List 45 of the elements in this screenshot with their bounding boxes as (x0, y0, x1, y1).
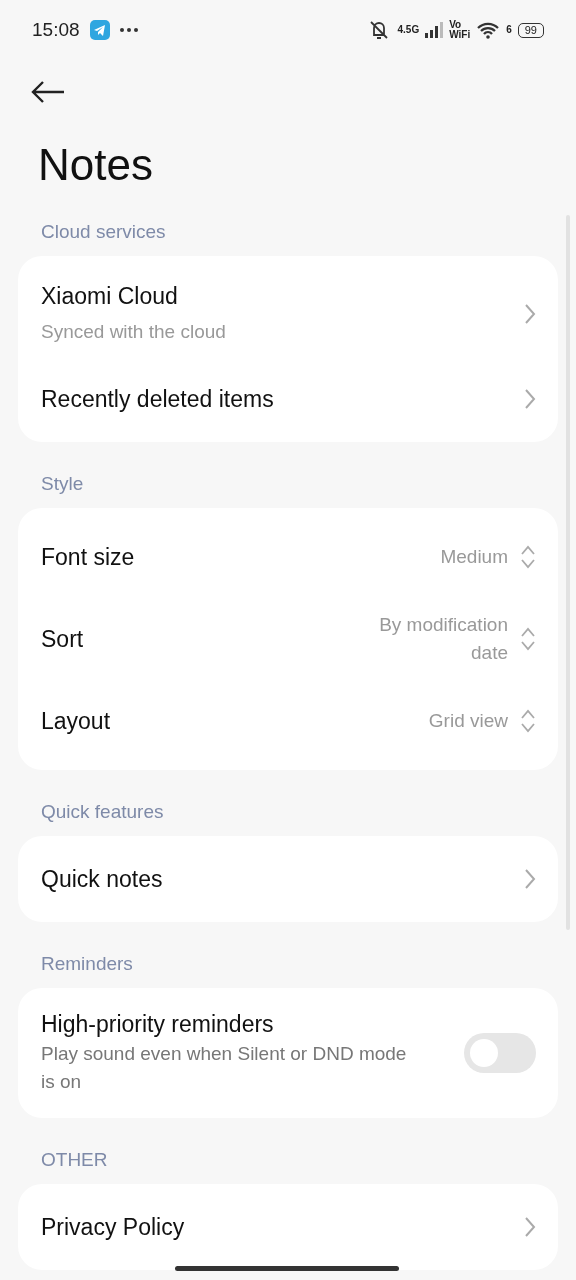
row-description: Play sound even when Silent or DND mode is on (41, 1041, 408, 1094)
row-label: Font size (41, 543, 136, 571)
chevron-right-icon (524, 388, 536, 410)
settings-row[interactable]: Sort By modification date (18, 598, 558, 680)
settings-row[interactable]: Layout Grid view (18, 680, 558, 762)
row-label: Layout (41, 707, 112, 735)
settings-row[interactable]: High-priority reminders Play sound even when Silent or DND mode is on (18, 996, 558, 1110)
row-label: Recently deleted items (41, 385, 275, 413)
row-label: Sort (41, 625, 85, 653)
up-down-icon (520, 544, 536, 570)
row-label: Xiaomi Cloud (41, 282, 179, 310)
settings-row[interactable]: Privacy Policy (18, 1192, 558, 1262)
network-type: 4.5G (397, 25, 420, 35)
row-value: By modification date (378, 613, 508, 665)
row-label: High-priority reminders (41, 1010, 275, 1038)
toggle-switch[interactable] (464, 1033, 536, 1073)
row-label: Quick notes (41, 865, 164, 893)
settings-row[interactable]: Recently deleted items (18, 364, 558, 434)
settings-row[interactable]: Font size Medium (18, 516, 558, 598)
wifi-icon (476, 21, 501, 39)
up-down-icon (520, 626, 536, 652)
wifi-band-label: 6 (506, 25, 512, 35)
row-value: Grid view (428, 709, 508, 733)
vowifi-label: Vo WiFi (449, 20, 471, 40)
signal-icon (425, 22, 444, 38)
telegram-icon (89, 20, 110, 40)
settings-row[interactable]: Xiaomi Cloud Synced with the cloud (18, 264, 558, 364)
settings-row[interactable]: Quick notes (18, 844, 558, 914)
status-time: 15:08 (32, 19, 80, 41)
section-header: Quick features (41, 800, 164, 824)
section-header: OTHER (41, 1148, 108, 1172)
section-header: Cloud services (41, 220, 166, 244)
more-icon (119, 28, 138, 32)
chevron-right-icon (524, 303, 536, 325)
battery-level: 99 (517, 22, 544, 38)
chevron-right-icon (524, 868, 536, 890)
back-arrow-icon (30, 80, 66, 104)
up-down-icon (520, 708, 536, 734)
section-header: Reminders (41, 952, 133, 976)
section-header: Style (41, 472, 84, 496)
chevron-right-icon (524, 1216, 536, 1238)
row-label: Privacy Policy (41, 1213, 186, 1241)
row-value: Medium (440, 545, 508, 569)
row-subtitle: Synced with the cloud (41, 319, 227, 344)
page-title: Notes (38, 140, 154, 190)
